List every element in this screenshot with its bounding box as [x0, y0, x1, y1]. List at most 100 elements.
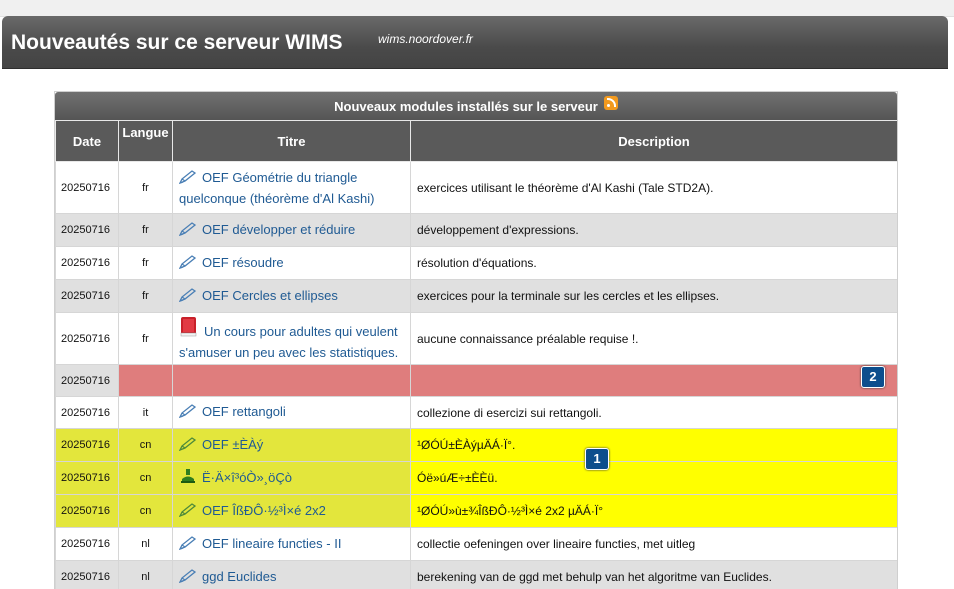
row-date: 20250716 [56, 397, 119, 429]
pencil-icon [179, 288, 197, 307]
annotation-badge-1: 1 [585, 448, 609, 470]
row-description [411, 365, 898, 397]
row-title-cell: OEF ±ÈÀý [173, 429, 411, 462]
new-modules-panel: Nouveaux modules installés sur le serveu… [54, 91, 898, 589]
module-title: OEF ÎßÐÔ·½³Ì×é 2x2 [202, 503, 326, 518]
module-link[interactable]: OEF ±ÈÀý [179, 437, 263, 452]
table-row: 20250716nl ggd Euclides berekening van de … [56, 561, 898, 589]
header-date: Date [56, 121, 119, 162]
row-description: aucune connaissance préalable requise !. [411, 313, 898, 365]
row-date: 20250716 [56, 462, 119, 495]
module-link[interactable]: Ë·Ä×î³óÒ»¸öÇò [179, 470, 292, 485]
row-title-cell: OEF rettangoli [173, 397, 411, 429]
pencil-icon [179, 404, 197, 423]
row-date: 20250716 [56, 429, 119, 462]
table-row: 20250716cnOEF ÎßÐÔ·½³Ì×é 2x2¹ØÓÚ»ù±¾ÎßÐÔ… [56, 495, 898, 528]
row-date: 20250716 [56, 365, 119, 397]
header-title: Titre [173, 121, 411, 162]
row-description: exercices utilisant le théorème d'Al Kas… [411, 162, 898, 214]
module-link[interactable]: OEF Géométrie du triangle quelconque (th… [179, 170, 374, 206]
row-date: 20250716 [56, 214, 119, 247]
row-title-cell: Ë·Ä×î³óÒ»¸öÇò [173, 462, 411, 495]
table-row: 20250716frOEF Géométrie du triangle quel… [56, 162, 898, 214]
row-lang: fr [119, 280, 173, 313]
pencil-icon [179, 170, 197, 189]
module-title: Ë·Ä×î³óÒ»¸öÇò [202, 470, 292, 485]
row-description: développement d'expressions. [411, 214, 898, 247]
row-lang: fr [119, 162, 173, 214]
stamp-icon [179, 468, 197, 489]
row-title-cell: OEF Cercles et ellipses [173, 280, 411, 313]
table-row: 20250716itOEF rettangolicollezione di es… [56, 397, 898, 429]
table-caption: Nouveaux modules installés sur le serveu… [55, 92, 897, 120]
row-title-cell [173, 365, 411, 397]
row-date: 20250716 [56, 495, 119, 528]
row-description: ¹ØÓÚ±ÈÀýµÄÁ·Ï°. [411, 429, 898, 462]
row-lang: cn [119, 495, 173, 528]
module-link[interactable]: OEF Cercles et ellipses [179, 288, 338, 303]
module-title: OEF Cercles et ellipses [202, 288, 338, 303]
pencil-icon [179, 536, 197, 555]
rss-icon[interactable] [604, 96, 618, 110]
module-title: OEF ±ÈÀý [202, 437, 263, 452]
row-lang [119, 365, 173, 397]
caption-text: Nouveaux modules installés sur le serveu… [334, 99, 598, 114]
table-row: 20250716nl OEF lineaire functies - II coll… [56, 528, 898, 561]
header-lang: Langue [119, 121, 173, 162]
table-row: 20250716fr OEF Cercles et ellipses exercic… [56, 280, 898, 313]
row-title-cell: Un cours pour adultes qui veulent s'amus… [173, 313, 411, 365]
pencil-icon [179, 437, 197, 456]
row-date: 20250716 [56, 528, 119, 561]
row-description: collezione di esercizi sui rettangoli. [411, 397, 898, 429]
module-title: OEF développer et réduire [202, 222, 355, 237]
row-date: 20250716 [56, 247, 119, 280]
row-description: Óë»úÆ÷±ÈÈü. [411, 462, 898, 495]
pencil-icon [179, 569, 197, 588]
pencil-icon [179, 222, 197, 241]
table-header-row: Date Langue Titre Description [56, 121, 898, 162]
row-title-cell: OEF ÎßÐÔ·½³Ì×é 2x2 [173, 495, 411, 528]
module-title: OEF lineaire functies - II [202, 536, 341, 551]
pencil-icon [179, 255, 197, 274]
modules-table: Date Langue Titre Description 20250716fr… [55, 120, 898, 589]
page-title: Nouveautés sur ce serveur WIMS [11, 31, 342, 55]
module-title: Un cours pour adultes qui veulent s'amus… [179, 324, 398, 360]
row-lang: fr [119, 313, 173, 365]
module-link[interactable]: OEF développer et réduire [179, 222, 355, 237]
pencil-icon [179, 503, 197, 522]
row-title-cell: OEF résoudre [173, 247, 411, 280]
row-description: berekening van de ggd met behulp van het… [411, 561, 898, 589]
module-link[interactable]: OEF résoudre [179, 255, 284, 270]
row-title-cell: OEF développer et réduire [173, 214, 411, 247]
module-link[interactable]: ggd Euclides [179, 569, 276, 584]
table-row: 20250716 [56, 365, 898, 397]
module-link[interactable]: OEF lineaire functies - II [179, 536, 341, 551]
annotation-badge-2: 2 [861, 366, 885, 388]
book-icon [179, 316, 199, 343]
module-title: OEF Géométrie du triangle quelconque (th… [179, 170, 374, 206]
row-title-cell: OEF lineaire functies - II [173, 528, 411, 561]
row-description: exercices pour la terminale sur les cerc… [411, 280, 898, 313]
server-name: wims.noordover.fr [378, 32, 473, 46]
table-row: 20250716fr OEF résoudre résolution d'équat… [56, 247, 898, 280]
row-description: collectie oefeningen over lineaire funct… [411, 528, 898, 561]
row-date: 20250716 [56, 280, 119, 313]
module-title: OEF rettangoli [202, 404, 286, 419]
table-row: 20250716frOEF développer et réduiredével… [56, 214, 898, 247]
row-lang: nl [119, 528, 173, 561]
row-description: résolution d'équations. [411, 247, 898, 280]
table-row: 20250716cn OEF ±ÈÀý ¹ØÓÚ±ÈÀýµÄÁ·Ï°. [56, 429, 898, 462]
row-lang: fr [119, 247, 173, 280]
module-link[interactable]: OEF ÎßÐÔ·½³Ì×é 2x2 [179, 503, 326, 518]
row-lang: nl [119, 561, 173, 589]
row-title-cell: ggd Euclides [173, 561, 411, 589]
browser-top-strip [0, 0, 954, 17]
page-banner: Nouveautés sur ce serveur WIMS wims.noor… [2, 16, 948, 69]
module-link[interactable]: Un cours pour adultes qui veulent s'amus… [179, 324, 398, 360]
row-date: 20250716 [56, 561, 119, 589]
row-lang: cn [119, 429, 173, 462]
module-link[interactable]: OEF rettangoli [179, 404, 286, 419]
header-description: Description [411, 121, 898, 162]
table-row: 20250716frUn cours pour adultes qui veul… [56, 313, 898, 365]
module-title: ggd Euclides [202, 569, 276, 584]
